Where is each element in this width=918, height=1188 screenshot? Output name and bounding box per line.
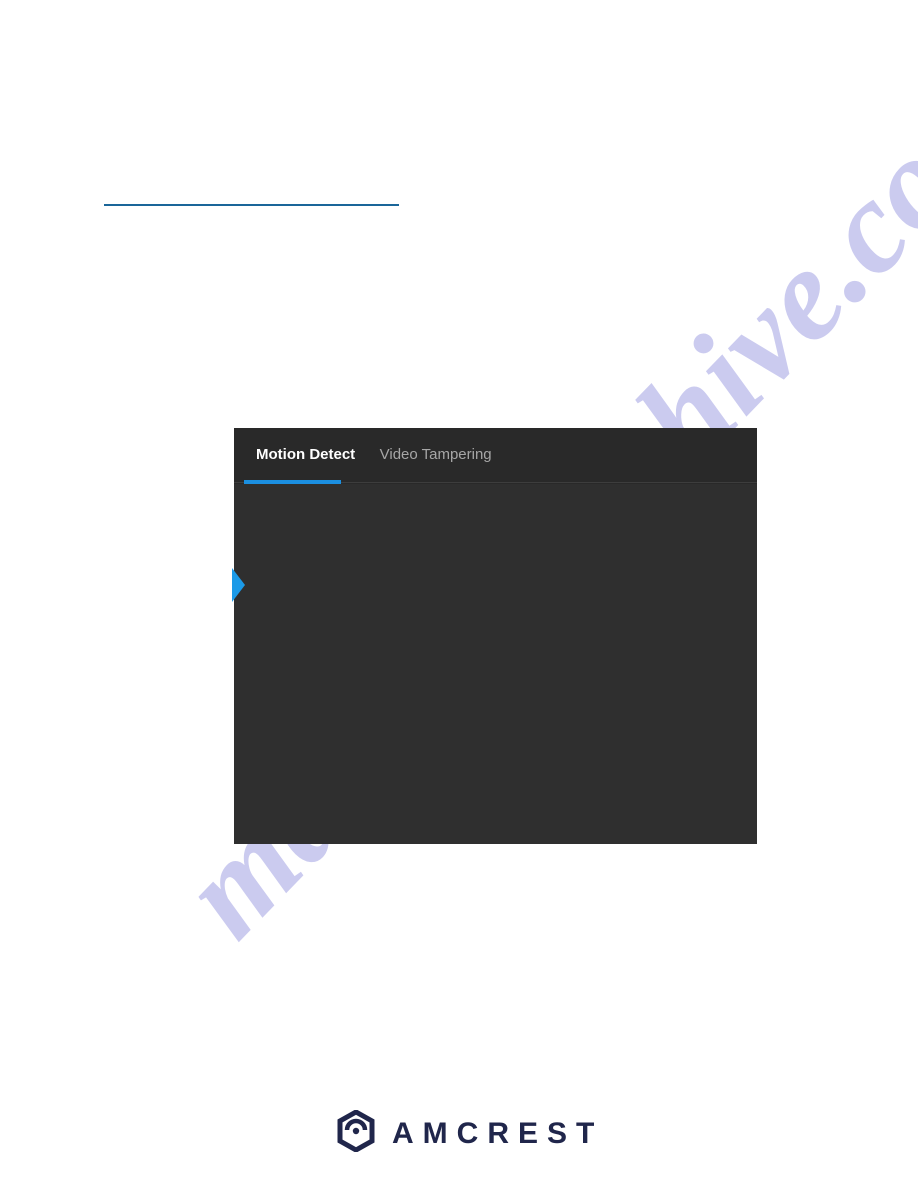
motion-detect-config-panel: Motion Detect Video Tampering bbox=[234, 428, 757, 844]
tab-strip: Motion Detect Video Tampering bbox=[234, 428, 757, 484]
tab-video-tampering[interactable]: Video Tampering bbox=[370, 428, 502, 465]
hexagon-camera-lens-icon bbox=[336, 1109, 376, 1157]
top-link-underline bbox=[104, 204, 399, 206]
active-tab-indicator bbox=[244, 480, 341, 484]
brand-wordmark: AMCREST bbox=[392, 1116, 604, 1150]
footer-brand-logo: AMCREST bbox=[336, 1109, 604, 1157]
tab-motion-detect[interactable]: Motion Detect bbox=[246, 428, 365, 465]
